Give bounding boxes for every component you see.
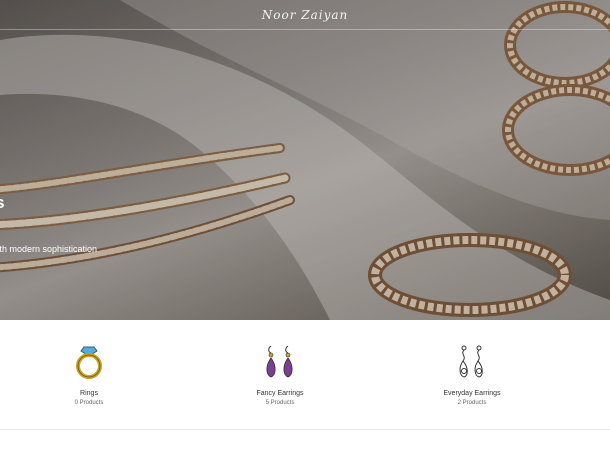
hero-subtitle: t with modern sophistication: [0, 244, 98, 254]
fancy-earrings-icon: [266, 345, 293, 378]
category-count: 2 Products: [457, 400, 487, 406]
category-count: 5 Products: [265, 400, 295, 406]
hero-banner: Noor Zaiyan ets t with modern sophistica…: [0, 0, 610, 320]
category-name: Rings: [80, 390, 98, 397]
category-item-rings[interactable]: Rings 0 Products: [19, 344, 159, 406]
category-name: Everyday Earrings: [443, 390, 501, 397]
category-name: Fancy Earrings: [256, 390, 304, 397]
category-item-everyday-earrings[interactable]: Everyday Earrings 2 Products: [402, 344, 542, 406]
site-header: Noor Zaiyan: [0, 0, 610, 30]
category-list: Rings 0 Products Fancy Earrings 5 Produc…: [0, 320, 610, 430]
category-item-fancy-earrings[interactable]: Fancy Earrings 5 Products: [210, 344, 350, 406]
hero-title: ets: [0, 193, 5, 213]
hero-background-image: [0, 0, 610, 320]
site-logo[interactable]: Noor Zaiyan: [262, 8, 349, 22]
ring-icon: [76, 346, 102, 379]
everyday-earrings-icon: [459, 345, 483, 378]
category-count: 0 Products: [74, 400, 104, 406]
